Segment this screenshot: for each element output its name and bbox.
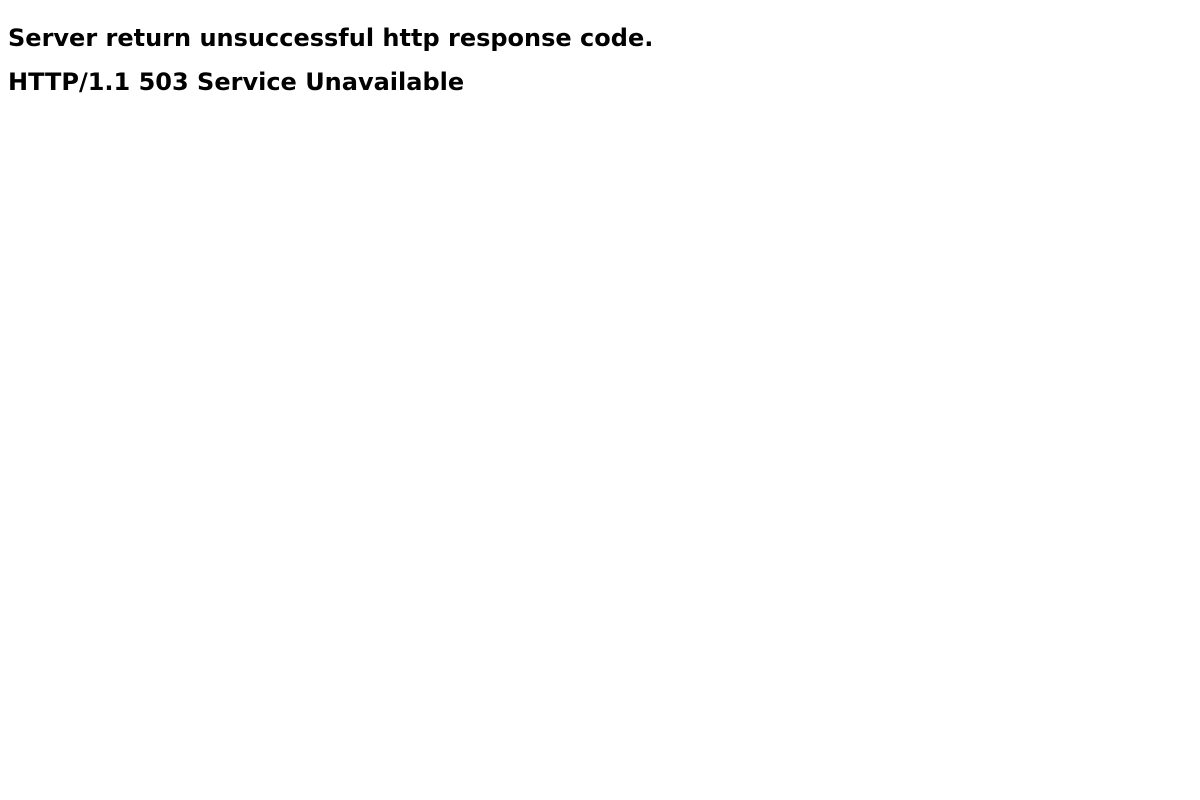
error-message: Server return unsuccessful http response…: [8, 24, 654, 52]
error-page: Server return unsuccessful http response…: [0, 0, 1200, 800]
http-status-line: HTTP/1.1 503 Service Unavailable: [8, 68, 465, 96]
